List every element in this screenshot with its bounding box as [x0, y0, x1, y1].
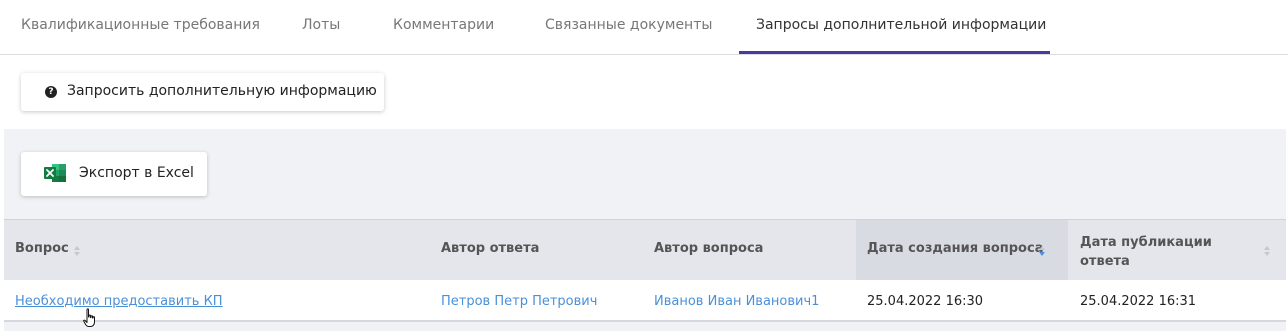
table-row: Необходимо предоставить КП Петров Петр П… [4, 280, 1286, 322]
active-tab-indicator [739, 51, 1050, 54]
tab-info-requests[interactable]: Запросы дополнительной информации [756, 0, 1046, 55]
export-excel-button-label: Экспорт в Excel [79, 165, 194, 181]
sort-desc-icon[interactable] [1039, 246, 1046, 256]
hand-pointer-icon [83, 308, 95, 327]
column-header-question[interactable]: Вопрос [4, 220, 429, 280]
column-header-created-date[interactable]: Дата создания вопроса [856, 220, 1068, 280]
column-header-published-date[interactable]: Дата публикации ответа [1069, 220, 1286, 280]
tab-qualification-requirements[interactable]: Квалификационные требования [21, 0, 260, 55]
answer-author-link[interactable]: Петров Петр Петрович [441, 294, 597, 309]
table-header: Вопрос Автор ответа Автор вопроса Дата с… [4, 219, 1286, 280]
published-date-cell: 25.04.2022 16:31 [1080, 294, 1197, 309]
question-circle-icon: ? [45, 86, 57, 98]
question-author-link[interactable]: Иванов Иван Иванович1 [654, 294, 819, 309]
sort-icon[interactable] [74, 246, 81, 256]
tab-bar: Квалификационные требования Лоты Коммент… [0, 0, 1288, 55]
created-date-cell: 25.04.2022 16:30 [867, 294, 984, 309]
export-excel-button[interactable]: Экспорт в Excel [21, 152, 207, 196]
question-link[interactable]: Необходимо предоставить КП [15, 294, 223, 309]
excel-icon [44, 164, 66, 182]
column-header-answer-author: Автор ответа [441, 241, 540, 256]
tab-comments[interactable]: Комментарии [393, 0, 494, 55]
tab-lots[interactable]: Лоты [302, 0, 340, 55]
request-info-button-label: Запросить дополнительную информацию [67, 83, 377, 99]
column-header-question-author: Автор вопроса [654, 241, 764, 256]
sort-icon[interactable] [1264, 246, 1271, 256]
tab-related-documents[interactable]: Связанные документы [545, 0, 712, 55]
request-info-button[interactable]: ? Запросить дополнительную информацию [21, 73, 384, 111]
